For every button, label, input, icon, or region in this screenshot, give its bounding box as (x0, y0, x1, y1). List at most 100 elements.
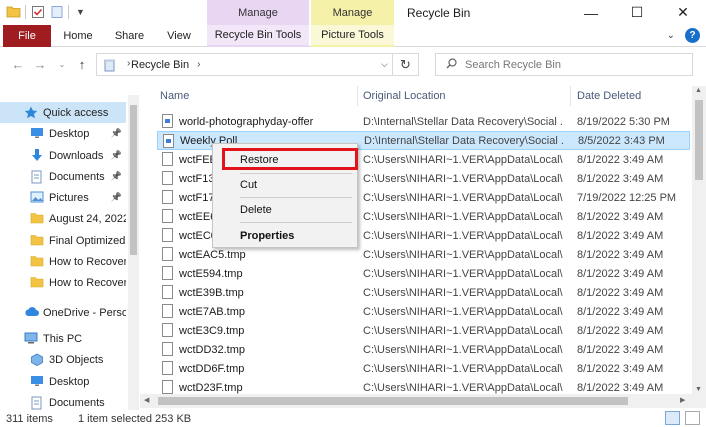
sidebar-item[interactable]: Final Optimized (0, 230, 126, 251)
file-list-vertical-scrollbar[interactable]: ▲ ▼ (692, 86, 706, 394)
file-row[interactable]: wctD23F.tmp C:\Users\NIHARI~1.VER\AppData… (157, 378, 690, 394)
menu-item-delete[interactable]: Delete (213, 200, 357, 219)
properties-check-icon[interactable] (30, 4, 45, 19)
column-divider[interactable] (570, 86, 571, 106)
pin-icon: 📌 (110, 128, 122, 138)
window-title: Recycle Bin (407, 6, 471, 20)
file-icon (162, 228, 173, 242)
manage-recycle-bin-header: Manage (207, 0, 309, 25)
close-button[interactable]: ✕ (660, 0, 706, 25)
pin-icon: 📌 (110, 171, 122, 181)
file-row[interactable]: wctE39B.tmp C:\Users\NIHARI~1.VER\AppData… (157, 283, 690, 302)
sidebar-item[interactable]: August 24, 2022 (0, 208, 126, 229)
column-header-original-location[interactable]: Original Location (363, 90, 446, 102)
file-row[interactable]: wctE594.tmp C:\Users\NIHARI~1.VER\AppData… (157, 264, 690, 283)
pc-icon (24, 332, 39, 345)
expand-ribbon-icon[interactable]: ⌄ (667, 30, 675, 41)
address-bar[interactable]: › Recycle Bin › ⌵ ↻ (96, 53, 419, 76)
breadcrumb-chevron-icon[interactable]: › (197, 59, 200, 70)
sidebar-item[interactable]: Downloads 📌 (0, 145, 126, 166)
window-controls: — ☐ ✕ (568, 0, 706, 25)
file-icon (162, 361, 173, 375)
back-arrow-icon[interactable]: ← (10, 56, 26, 72)
search-box[interactable]: Search Recycle Bin (435, 53, 693, 76)
sidebar-item[interactable]: This PC (0, 328, 126, 349)
manage-picture-header: Manage (311, 0, 394, 25)
tab-view[interactable]: View (158, 25, 200, 47)
scrollbar-thumb[interactable] (130, 105, 137, 255)
large-icons-view-icon[interactable] (685, 411, 700, 425)
folder-icon[interactable] (6, 4, 21, 19)
breadcrumb-chevron-icon[interactable]: › (127, 58, 130, 69)
sidebar-item-label: Documents (49, 170, 105, 183)
address-history-dropdown-icon[interactable]: ⌵ (381, 59, 388, 70)
scroll-down-arrow-icon[interactable]: ▼ (695, 386, 702, 393)
toolbar-divider (68, 4, 69, 19)
folder-icon (30, 255, 45, 268)
menu-item-properties[interactable]: Properties (213, 226, 357, 245)
file-name: wctF17 (179, 191, 215, 204)
column-header-name[interactable]: Name (160, 90, 189, 102)
scroll-left-arrow-icon[interactable]: ◀ (144, 396, 149, 404)
file-row[interactable]: wctE7AB.tmp C:\Users\NIHARI~1.VER\AppData… (157, 302, 690, 321)
ribbon-tabs: File Home Share View Recycle Bin Tools P… (0, 25, 706, 47)
file-icon (162, 304, 173, 318)
help-icon[interactable]: ? (685, 28, 700, 43)
sidebar-item[interactable]: Documents (0, 392, 126, 410)
file-original-location: C:\Users\NIHARI~1.VER\AppData\Local\... (363, 229, 563, 242)
sidebar-item-label: Final Optimized (49, 234, 126, 247)
sidebar-item[interactable]: Desktop (0, 371, 126, 392)
image-file-icon (162, 114, 173, 128)
forward-arrow-icon[interactable]: → (32, 56, 48, 72)
up-arrow-icon[interactable]: ↑ (74, 56, 90, 72)
scroll-right-arrow-icon[interactable]: ▶ (680, 396, 685, 404)
file-row[interactable]: wctDD32.tmp C:\Users\NIHARI~1.VER\AppData… (157, 340, 690, 359)
sidebar-item[interactable]: How to Recover (0, 272, 126, 293)
sidebar-item[interactable]: 3D Objects (0, 349, 126, 370)
sidebar-item[interactable]: Quick access (0, 102, 126, 123)
breadcrumb-recycle-bin[interactable]: Recycle Bin (131, 59, 189, 71)
file-date-deleted: 8/1/2022 3:49 AM (577, 286, 664, 299)
file-row[interactable]: wctDD6F.tmp C:\Users\NIHARI~1.VER\AppData… (157, 359, 690, 378)
recent-locations-chevron-icon[interactable]: ⌄ (54, 56, 70, 72)
column-header-date-deleted[interactable]: Date Deleted (577, 90, 641, 102)
pictures-icon (30, 191, 45, 204)
download-icon (30, 149, 45, 162)
column-header-row: Name Original Location Date Deleted (140, 86, 693, 106)
details-view-icon[interactable] (665, 411, 680, 425)
file-row[interactable]: wctE3C9.tmp C:\Users\NIHARI~1.VER\AppData… (157, 321, 690, 340)
new-folder-icon[interactable] (49, 4, 64, 19)
file-date-deleted: 8/1/2022 3:49 AM (577, 172, 664, 185)
scroll-up-arrow-icon[interactable]: ▲ (695, 87, 702, 94)
file-original-location: C:\Users\NIHARI~1.VER\AppData\Local\... (363, 153, 563, 166)
tab-picture-tools[interactable]: Picture Tools (311, 25, 394, 47)
file-icon (162, 171, 173, 185)
refresh-icon[interactable]: ↻ (392, 54, 418, 75)
file-name: wctE594.tmp (179, 267, 243, 280)
minimize-button[interactable]: — (568, 0, 614, 25)
tab-recycle-bin-tools[interactable]: Recycle Bin Tools (207, 25, 309, 47)
tab-share[interactable]: Share (107, 25, 152, 47)
file-date-deleted: 8/19/2022 5:30 PM (577, 115, 670, 128)
file-date-deleted: 8/5/2022 3:43 PM (578, 134, 665, 147)
file-row[interactable]: world-photographyday-offer D:\Internal\St… (157, 112, 690, 131)
file-name: wctE7AB.tmp (179, 305, 246, 318)
file-list-horizontal-scrollbar[interactable]: ◀ ▶ (140, 394, 706, 408)
scrollbar-thumb[interactable] (158, 397, 628, 405)
menu-item-cut[interactable]: Cut (213, 175, 357, 194)
navigation-pane-scrollbar[interactable] (128, 95, 139, 410)
sidebar-item[interactable]: Documents 📌 (0, 166, 126, 187)
maximize-button[interactable]: ☐ (614, 0, 660, 25)
file-icon (162, 266, 173, 280)
tab-home[interactable]: Home (55, 25, 101, 47)
tab-file[interactable]: File (3, 25, 51, 47)
sidebar-item[interactable]: Desktop 📌 (0, 123, 126, 144)
file-icon (162, 152, 173, 166)
sidebar-item[interactable]: OneDrive - Person (0, 302, 126, 323)
sidebar-item[interactable]: Pictures 📌 (0, 187, 126, 208)
scrollbar-thumb[interactable] (695, 100, 703, 180)
sidebar-item[interactable]: How to Recover (0, 251, 126, 272)
customize-toolbar-dropdown-icon[interactable]: ▼ (73, 4, 88, 19)
column-divider[interactable] (357, 86, 358, 106)
file-date-deleted: 8/1/2022 3:49 AM (577, 381, 664, 394)
